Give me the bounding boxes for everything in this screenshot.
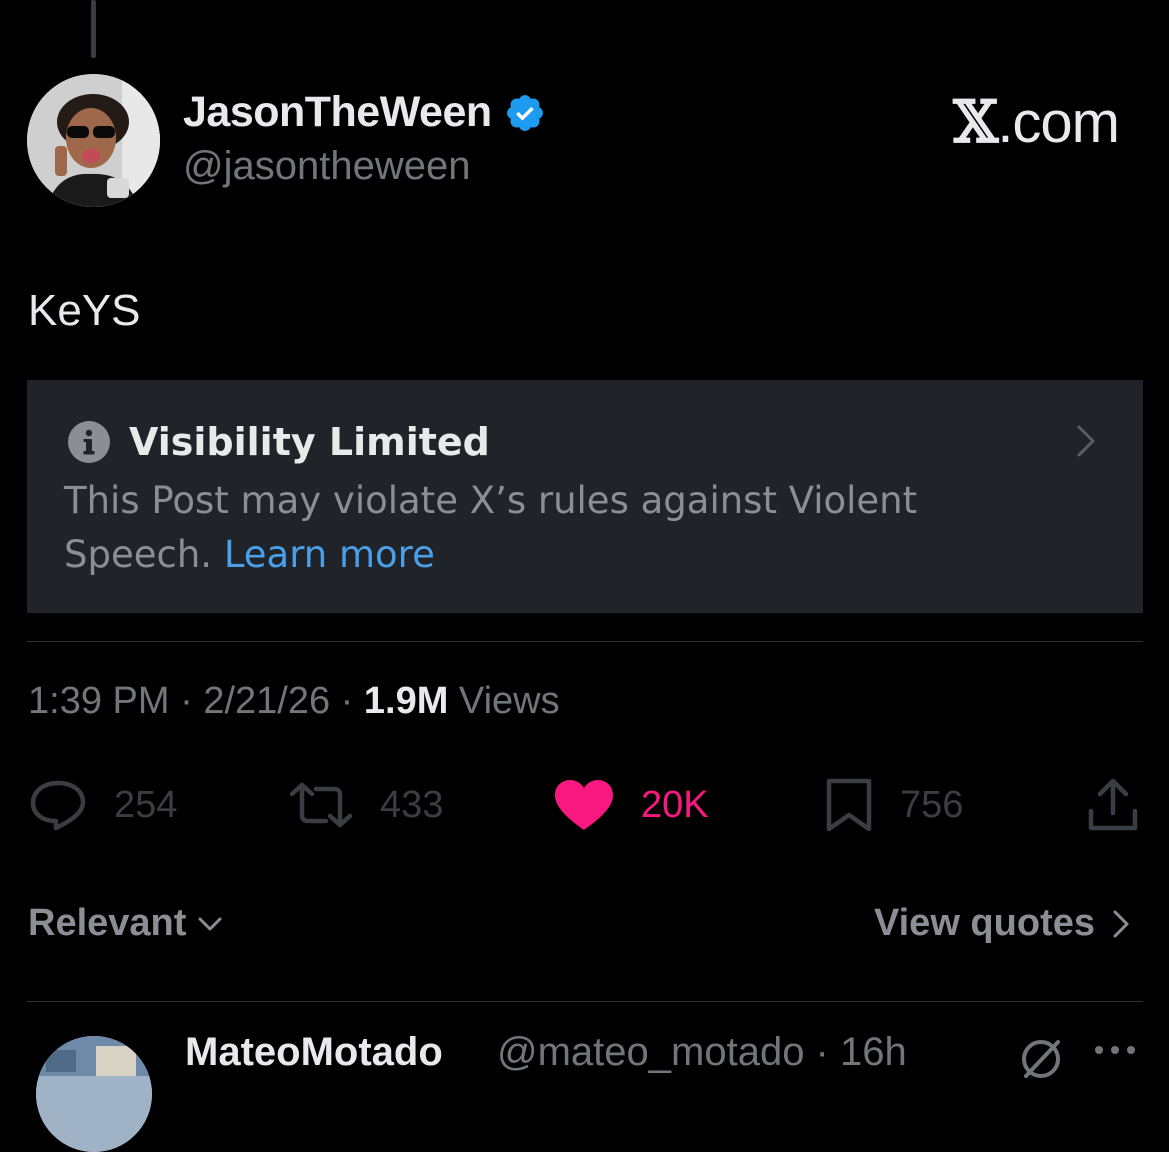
views-count[interactable]: 1.9M xyxy=(364,680,448,722)
notice-body-text: This Post may violate X’s rules against … xyxy=(64,479,918,576)
repost-icon xyxy=(288,781,354,829)
chevron-right-icon[interactable] xyxy=(1073,424,1099,458)
notice-title: Visibility Limited xyxy=(129,420,490,464)
meta-separator: · xyxy=(330,680,364,722)
views-label: Views xyxy=(448,680,560,722)
bookmark-count: 756 xyxy=(900,783,964,826)
repost-count: 433 xyxy=(380,783,444,826)
more-icon[interactable] xyxy=(1092,1040,1138,1060)
comment-icon xyxy=(28,779,88,831)
repost-button[interactable]: 433 xyxy=(288,776,443,834)
view-quotes-label: View quotes xyxy=(873,902,1095,944)
meta-separator: · xyxy=(169,680,204,722)
divider xyxy=(27,1001,1143,1002)
author-avatar[interactable] xyxy=(27,74,160,207)
x-logo-mark: 𝕏 xyxy=(953,88,998,156)
chevron-down-icon xyxy=(198,917,222,930)
post-text: KeYS xyxy=(28,286,141,335)
share-button[interactable] xyxy=(1086,776,1140,834)
avatar-image xyxy=(27,74,160,207)
post-time: 1:39 PM xyxy=(28,680,170,722)
thread-connector-line xyxy=(91,0,96,58)
author-display-name[interactable]: JasonTheWeen xyxy=(183,88,492,137)
reply-author-handle-time[interactable]: @mateo_motado · 16h xyxy=(497,1030,907,1075)
view-quotes-link[interactable]: View quotes xyxy=(874,902,1131,945)
reply-count: 254 xyxy=(114,783,178,826)
notice-title-row: Visibility Limited xyxy=(67,420,490,464)
post-date: 2/21/26 xyxy=(203,680,331,722)
info-icon xyxy=(67,420,111,464)
heart-icon xyxy=(553,778,615,832)
reply-author-avatar[interactable] xyxy=(36,1036,152,1152)
author-display-name-row[interactable]: JasonTheWeen xyxy=(183,88,546,137)
reply-sort-dropdown[interactable]: Relevant xyxy=(28,902,224,945)
learn-more-link[interactable]: Learn more xyxy=(224,533,435,576)
bookmark-icon xyxy=(824,777,874,833)
reply-avatar-image xyxy=(36,1036,152,1152)
reply-button[interactable]: 254 xyxy=(28,776,177,834)
chevron-right-icon xyxy=(1113,910,1129,937)
reply-author-name[interactable]: MateoMotado xyxy=(185,1030,443,1075)
like-button[interactable]: 20K xyxy=(553,776,709,834)
verified-badge-icon[interactable] xyxy=(504,92,546,134)
brand-watermark: 𝕏.com xyxy=(953,88,1120,156)
divider xyxy=(27,641,1143,642)
visibility-limited-notice[interactable]: Visibility Limited This Post may violate… xyxy=(27,380,1143,613)
author-handle[interactable]: @jasontheween xyxy=(183,144,470,189)
post-metadata: 1:39 PM · 2/21/26 · 1.9M Views xyxy=(28,680,560,723)
notice-body: This Post may violate X’s rules against … xyxy=(64,474,1064,582)
brand-suffix: .com xyxy=(997,90,1120,155)
bookmark-button[interactable]: 756 xyxy=(824,776,963,834)
like-count: 20K xyxy=(641,783,709,826)
share-icon xyxy=(1086,777,1140,833)
sort-label: Relevant xyxy=(28,902,187,944)
grok-icon[interactable] xyxy=(1018,1036,1064,1082)
